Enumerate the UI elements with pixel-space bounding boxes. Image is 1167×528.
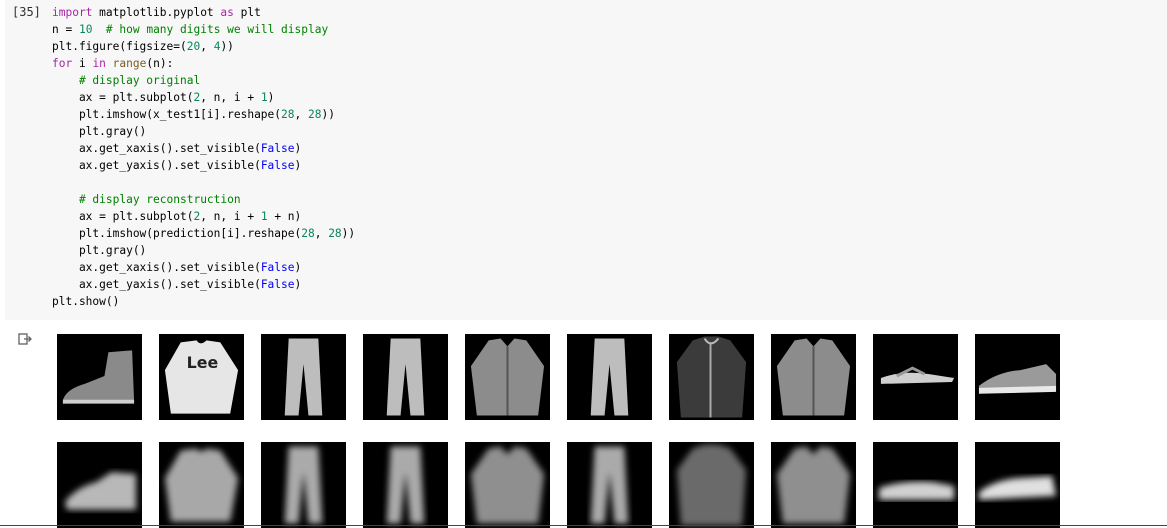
code-line: for i in range(n): bbox=[52, 57, 174, 70]
reconstruction-image bbox=[873, 442, 958, 528]
reconstruction-image bbox=[363, 442, 448, 528]
original-image bbox=[465, 334, 550, 420]
code-line: # display original bbox=[78, 74, 201, 87]
reconstruction-image bbox=[159, 442, 244, 528]
original-image bbox=[873, 334, 958, 420]
code-line: # display reconstruction bbox=[78, 193, 241, 206]
output-figure: Lee bbox=[0, 320, 1167, 528]
code-line: plt.imshow(prediction[i].reshape(28, 28)… bbox=[52, 227, 356, 240]
reconstruction-image bbox=[261, 442, 346, 528]
execution-count: [35] bbox=[12, 5, 41, 19]
original-image bbox=[57, 334, 142, 420]
code-line: ax = plt.subplot(2, n, i + 1 + n) bbox=[52, 210, 302, 223]
reconstruction-image bbox=[669, 442, 754, 528]
code-line: import matplotlib.pyplot as plt bbox=[52, 6, 261, 19]
reconstruction-image bbox=[567, 442, 652, 528]
original-image bbox=[363, 334, 448, 420]
svg-text:Lee: Lee bbox=[187, 353, 219, 372]
original-image bbox=[567, 334, 652, 420]
code-line: plt.show() bbox=[52, 295, 120, 308]
code-line: n = 10 # how many digits we will display bbox=[52, 23, 329, 36]
code-line: plt.gray() bbox=[52, 125, 147, 138]
original-image bbox=[669, 334, 754, 420]
code-line: ax.get_yaxis().set_visible(False) bbox=[52, 278, 302, 291]
original-image bbox=[771, 334, 856, 420]
original-image bbox=[261, 334, 346, 420]
original-image: Lee bbox=[159, 334, 244, 420]
code-line: plt.figure(figsize=(20, 4)) bbox=[52, 40, 234, 53]
reconstruction-image bbox=[465, 442, 550, 528]
original-image bbox=[975, 334, 1060, 420]
code-line: ax = plt.subplot(2, n, i + 1) bbox=[52, 91, 275, 104]
code-line: ax.get_xaxis().set_visible(False) bbox=[52, 142, 302, 155]
code-editor[interactable]: import matplotlib.pyplot as plt n = 10 #… bbox=[52, 4, 355, 310]
code-line: ax.get_xaxis().set_visible(False) bbox=[52, 261, 302, 274]
code-cell[interactable]: [35] import matplotlib.pyplot as plt n =… bbox=[5, 0, 1167, 320]
reconstruction-image bbox=[57, 442, 142, 528]
reconstruction-image bbox=[975, 442, 1060, 528]
reconstruction-image bbox=[771, 442, 856, 528]
code-line: plt.imshow(x_test1[i].reshape(28, 28)) bbox=[52, 108, 335, 121]
code-line: plt.gray() bbox=[52, 244, 147, 257]
divider bbox=[0, 525, 1167, 526]
code-line: ax.get_yaxis().set_visible(False) bbox=[52, 159, 302, 172]
